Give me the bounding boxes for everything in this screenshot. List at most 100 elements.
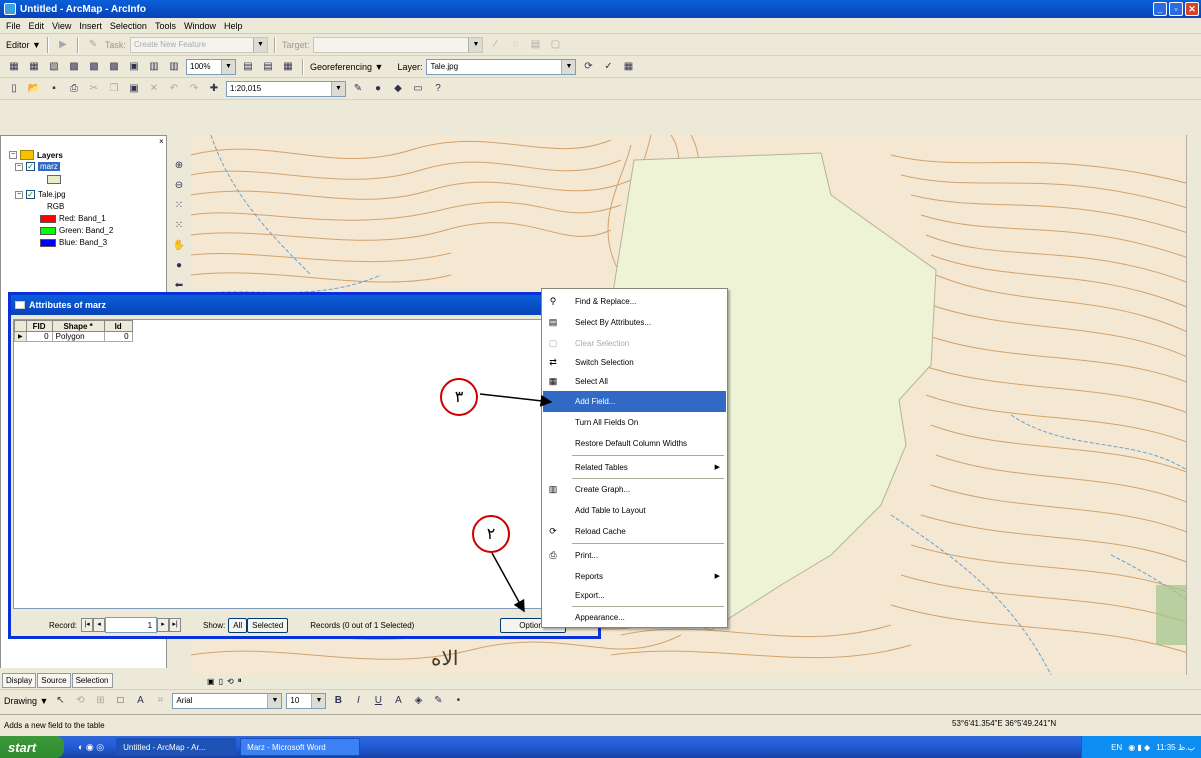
- task-arcmap[interactable]: Untitled - ArcMap - Ar...: [116, 738, 237, 756]
- attributes-grid[interactable]: FID Shape * Id ▶ 0 Polygon 0: [13, 319, 596, 609]
- table-row[interactable]: ▶ 0 Polygon 0: [14, 331, 133, 342]
- cell-fid[interactable]: 0: [25, 331, 53, 342]
- menu-item-turn-all-fields-on[interactable]: Turn All Fields On: [543, 412, 726, 433]
- record-number-input[interactable]: 1: [105, 617, 158, 633]
- data-view-icon[interactable]: ▣: [207, 677, 215, 686]
- menu-item-create-graph[interactable]: ▥ Create Graph...: [543, 479, 726, 500]
- pan-tool-icon[interactable]: ▤: [240, 59, 256, 75]
- arctoolbox-icon[interactable]: ◆: [390, 81, 406, 97]
- full-extent-icon[interactable]: ●: [171, 257, 187, 273]
- whats-this-icon[interactable]: ?: [430, 81, 446, 97]
- maximize-button[interactable]: ▫: [1169, 2, 1183, 16]
- fill-color-icon[interactable]: ◈: [410, 693, 426, 709]
- task-word[interactable]: Marz - Microsoft Word: [240, 738, 361, 756]
- rotate-element-icon[interactable]: ⟲: [72, 693, 88, 709]
- start-button[interactable]: start: [0, 736, 64, 758]
- previous-record-button[interactable]: ◂: [93, 618, 106, 632]
- grid-tool3-icon[interactable]: ▩: [106, 59, 122, 75]
- menu-item-add-field[interactable]: Add Field...: [543, 391, 726, 412]
- tab-display[interactable]: Display: [2, 673, 37, 688]
- rectangle-icon[interactable]: □: [112, 693, 128, 709]
- italic-icon[interactable]: I: [350, 693, 366, 709]
- toc-close-icon[interactable]: ×: [159, 137, 164, 146]
- editor-toolbar-icon[interactable]: ✎: [350, 81, 366, 97]
- minimize-button[interactable]: _: [1153, 2, 1167, 16]
- attributes-icon[interactable]: ▤: [527, 37, 543, 53]
- menu-item-restore-column-widths[interactable]: Restore Default Column Widths: [543, 433, 726, 454]
- arccatalog-icon[interactable]: ●: [370, 81, 386, 97]
- zoom-out-icon[interactable]: ⊖: [171, 177, 187, 193]
- map-horizontal-scrollbar[interactable]: ▣ ▯ ⟲ ⏸: [191, 675, 1194, 687]
- column-header-id[interactable]: Id: [103, 320, 133, 332]
- last-record-button[interactable]: ▸|: [169, 618, 182, 632]
- sketch-tool-icon[interactable]: ✎: [85, 37, 101, 53]
- menu-tools[interactable]: Tools: [155, 21, 176, 31]
- paste-icon[interactable]: ▣: [126, 81, 142, 97]
- menu-help[interactable]: Help: [224, 21, 243, 31]
- menu-item-select-by-attributes[interactable]: ▤ Select By Attributes...: [543, 312, 726, 333]
- menu-item-print[interactable]: ⎙ Print...: [543, 545, 726, 566]
- refresh-view-icon[interactable]: ⟲: [227, 677, 234, 686]
- menu-file[interactable]: File: [6, 21, 21, 31]
- bold-icon[interactable]: B: [330, 693, 346, 709]
- toc-layers[interactable]: Layers: [37, 151, 63, 160]
- tale-checkbox[interactable]: ✓: [26, 190, 35, 199]
- link-table-icon[interactable]: ▦: [620, 59, 636, 75]
- fixed-zoom-in-icon[interactable]: ⁙: [171, 197, 187, 213]
- pause-drawing-icon[interactable]: ⏸: [238, 676, 242, 686]
- edit-vertices-icon[interactable]: ⌗: [152, 693, 168, 709]
- add-data-icon[interactable]: ✚: [206, 81, 222, 97]
- attributes-title-bar[interactable]: Attributes of marz: [11, 295, 598, 315]
- edit-tool-icon[interactable]: ▶: [55, 37, 71, 53]
- menu-window[interactable]: Window: [184, 21, 216, 31]
- menu-selection[interactable]: Selection: [110, 21, 147, 31]
- line-color-icon[interactable]: ✎: [430, 693, 446, 709]
- zoom-combo[interactable]: 100% ▼: [186, 58, 236, 75]
- sketch-line-icon[interactable]: ⁄: [487, 37, 503, 53]
- arc-toolbox-icon[interactable]: ▦: [280, 59, 296, 75]
- layer-tool2-icon[interactable]: ▦: [26, 59, 42, 75]
- layer-tool-icon[interactable]: ▦: [6, 59, 22, 75]
- menu-item-find-replace[interactable]: ⚲ Find & Replace...: [543, 291, 726, 312]
- first-record-button[interactable]: |◂: [81, 618, 94, 632]
- tray-icons[interactable]: ◉ ▮ ◆: [1128, 743, 1150, 752]
- marz-checkbox[interactable]: ✓: [26, 162, 35, 171]
- marz-symbol-icon[interactable]: [47, 175, 61, 184]
- editor-menu[interactable]: Editor ▼: [6, 40, 41, 50]
- cell-id[interactable]: 0: [103, 331, 133, 342]
- sketch-properties-icon[interactable]: ▢: [547, 37, 563, 53]
- tab-source[interactable]: Source: [37, 673, 71, 688]
- menu-item-related-tables[interactable]: Related Tables ▶: [543, 457, 726, 478]
- control-points-icon[interactable]: ✓: [600, 59, 616, 75]
- layout-view-icon[interactable]: ▯: [219, 677, 223, 686]
- rotate-icon[interactable]: ⟳: [580, 59, 596, 75]
- font-size-combo[interactable]: 10 ▼: [286, 692, 327, 709]
- menu-item-add-table-to-layout[interactable]: Add Table to Layout: [543, 500, 726, 521]
- back-extent-icon[interactable]: ⬅: [171, 277, 187, 293]
- grid-tool-icon[interactable]: ▩: [66, 59, 82, 75]
- menu-item-export[interactable]: Export...: [543, 585, 726, 606]
- redo-icon[interactable]: ↷: [186, 81, 202, 97]
- command-line-icon[interactable]: ▭: [410, 81, 426, 97]
- delete-icon[interactable]: ✕: [146, 81, 162, 97]
- open-icon[interactable]: 📂: [26, 81, 42, 97]
- text-tool-icon[interactable]: A: [132, 693, 148, 709]
- marker-color-icon[interactable]: •: [450, 693, 466, 709]
- arc-icon[interactable]: ◌: [507, 37, 523, 53]
- toc-layer-tale[interactable]: Tale.jpg: [38, 190, 66, 199]
- menu-item-select-all[interactable]: ▦ Select All: [543, 371, 726, 392]
- menu-view[interactable]: View: [52, 21, 71, 31]
- quick-launch-icons[interactable]: ◐ ◉ ◎: [78, 742, 104, 753]
- pan-tool2-icon[interactable]: ▤: [260, 59, 276, 75]
- menu-item-reload-cache[interactable]: ⟳ Reload Cache: [543, 521, 726, 542]
- font-combo[interactable]: Arial ▼: [172, 692, 283, 709]
- grid-tool4-icon[interactable]: ▣: [126, 59, 142, 75]
- drawing-menu[interactable]: Drawing ▼: [4, 696, 48, 706]
- cut-icon[interactable]: ✂: [86, 81, 102, 97]
- save-icon[interactable]: ▪: [46, 81, 62, 97]
- layer-combo[interactable]: Tale.jpg ▼: [426, 58, 577, 75]
- pan-icon[interactable]: ✋: [171, 237, 187, 253]
- close-button[interactable]: ✕: [1185, 2, 1199, 16]
- print-toolbar-icon[interactable]: ⎙: [66, 81, 82, 97]
- menu-edit[interactable]: Edit: [29, 21, 45, 31]
